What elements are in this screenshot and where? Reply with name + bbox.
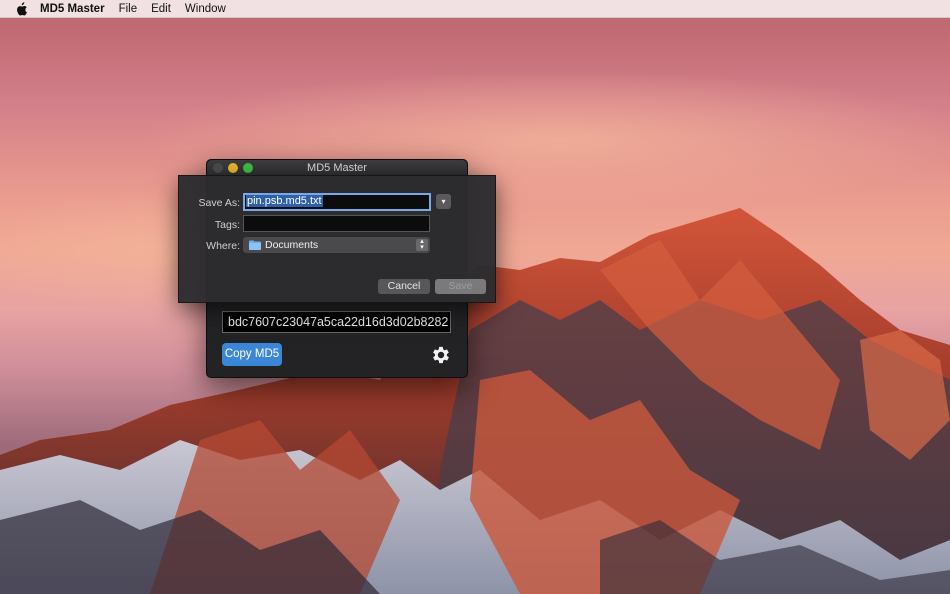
expand-dialog-button[interactable]: ▾ bbox=[436, 194, 451, 209]
where-label: Where: bbox=[206, 240, 240, 252]
save-as-field[interactable]: pin.psb.md5.txt bbox=[243, 193, 431, 211]
cancel-button[interactable]: Cancel bbox=[378, 279, 430, 294]
tags-label: Tags: bbox=[214, 219, 240, 231]
save-button[interactable]: Save bbox=[435, 279, 486, 294]
md5-hash-field[interactable]: bdc7607c23047a5ca22d16d3d02b8282 bbox=[222, 311, 451, 333]
menu-bar: MD5 Master File Edit Window bbox=[0, 0, 950, 18]
gear-icon[interactable] bbox=[430, 344, 452, 366]
where-value: Documents bbox=[265, 239, 319, 251]
copy-md5-button[interactable]: Copy MD5 bbox=[222, 343, 282, 366]
save-dialog: Save As: pin.psb.md5.txt ▾ Tags: Where: … bbox=[178, 175, 496, 303]
menu-file[interactable]: File bbox=[119, 3, 138, 15]
window-title: MD5 Master bbox=[307, 162, 367, 174]
save-as-label: Save As: bbox=[198, 197, 240, 209]
zoom-button[interactable] bbox=[243, 163, 253, 173]
where-popup[interactable]: Documents ▴ ▾ bbox=[243, 237, 430, 253]
apple-icon[interactable] bbox=[14, 1, 28, 16]
title-bar[interactable]: MD5 Master bbox=[207, 160, 467, 176]
folder-icon bbox=[249, 240, 261, 250]
minimize-button[interactable] bbox=[228, 163, 238, 173]
close-button[interactable] bbox=[213, 163, 223, 173]
menu-app-name[interactable]: MD5 Master bbox=[40, 3, 105, 15]
stepper-icon: ▴ ▾ bbox=[416, 238, 428, 251]
save-as-value: pin.psb.md5.txt bbox=[246, 195, 323, 207]
tags-field[interactable] bbox=[243, 215, 430, 232]
menu-window[interactable]: Window bbox=[185, 3, 226, 15]
chevron-down-icon: ▾ bbox=[441, 197, 446, 206]
menu-edit[interactable]: Edit bbox=[151, 3, 171, 15]
